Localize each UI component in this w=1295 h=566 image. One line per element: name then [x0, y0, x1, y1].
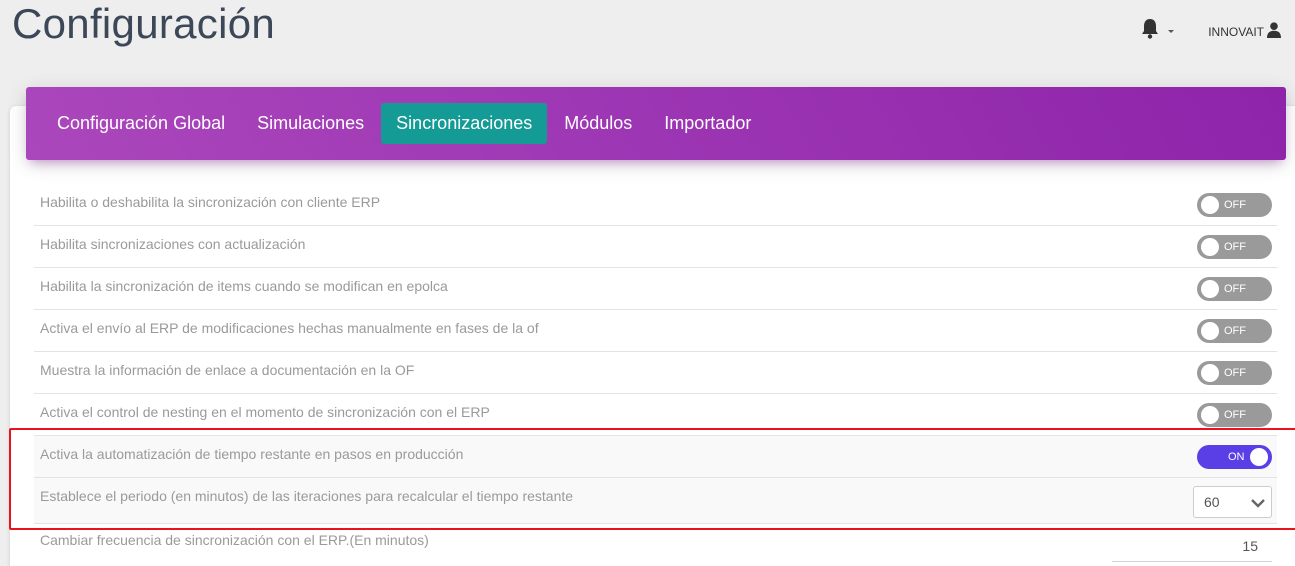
toggle-switch[interactable]: OFF	[1197, 319, 1272, 343]
setting-label: Habilita la sincronización de items cuan…	[40, 278, 448, 294]
setting-label: Activa la automatización de tiempo resta…	[40, 446, 464, 462]
setting-label: Cambiar frecuencia de sincronización con…	[40, 532, 429, 548]
toggle-knob	[1201, 196, 1219, 214]
setting-label: Habilita o deshabilita la sincronización…	[40, 194, 381, 210]
setting-row: Activa el control de nesting en el momen…	[34, 394, 1277, 436]
toggle-state: OFF	[1224, 409, 1246, 421]
tab-sincronizaciones[interactable]: Sincronizaciones	[381, 103, 548, 144]
tab-importador[interactable]: Importador	[649, 103, 766, 144]
user-menu[interactable]: INNOVAIT	[1208, 22, 1281, 41]
notifications-button[interactable]	[1140, 18, 1175, 45]
user-icon	[1264, 22, 1281, 41]
topbar-actions: INNOVAIT	[1140, 18, 1281, 45]
setting-row: Activa el envío al ERP de modificaciones…	[34, 310, 1277, 352]
chevron-down-icon	[1168, 30, 1175, 33]
toggle-state: OFF	[1224, 325, 1246, 337]
setting-label: Activa el control de nesting en el momen…	[40, 404, 490, 420]
chevron-down-icon	[1251, 499, 1265, 508]
toggle-state: OFF	[1224, 283, 1246, 295]
bell-icon	[1140, 18, 1160, 45]
toggle-switch[interactable]: OFF	[1197, 277, 1272, 301]
toggle-switch[interactable]: ON	[1197, 445, 1272, 469]
period-select[interactable]: 60	[1193, 486, 1272, 518]
toggle-switch[interactable]: OFF	[1197, 403, 1272, 427]
settings-list: Habilita o deshabilita la sincronización…	[34, 184, 1277, 566]
tab-configuracion-global[interactable]: Configuración Global	[42, 103, 240, 144]
page-title: Configuración	[12, 0, 276, 47]
toggle-state: OFF	[1224, 241, 1246, 253]
toggle-switch[interactable]: OFF	[1197, 361, 1272, 385]
toggle-switch[interactable]: OFF	[1197, 193, 1272, 217]
frequency-input[interactable]	[1112, 530, 1272, 562]
toggle-knob	[1201, 406, 1219, 424]
setting-row-frequency: Cambiar frecuencia de sincronización con…	[34, 524, 1277, 566]
tab-simulaciones[interactable]: Simulaciones	[242, 103, 379, 144]
tab-modulos[interactable]: Módulos	[549, 103, 647, 144]
setting-row: Muestra la información de enlace a docum…	[34, 352, 1277, 394]
setting-row: Habilita sincronizaciones con actualizac…	[34, 226, 1277, 268]
toggle-knob	[1201, 238, 1219, 256]
setting-row: Habilita o deshabilita la sincronización…	[34, 184, 1277, 226]
user-name: INNOVAIT	[1208, 24, 1264, 39]
tabs-bar: Configuración Global Simulaciones Sincro…	[26, 87, 1286, 160]
toggle-knob	[1201, 322, 1219, 340]
setting-row: Activa la automatización de tiempo resta…	[34, 436, 1277, 478]
toggle-state: OFF	[1224, 367, 1246, 379]
setting-label: Activa el envío al ERP de modificaciones…	[40, 320, 539, 336]
toggle-knob	[1201, 280, 1219, 298]
setting-label: Muestra la información de enlace a docum…	[40, 362, 415, 378]
setting-label: Establece el periodo (en minutos) de las…	[40, 488, 574, 504]
setting-row-period: Establece el periodo (en minutos) de las…	[34, 478, 1277, 524]
toggle-knob	[1250, 448, 1268, 466]
toggle-knob	[1201, 364, 1219, 382]
toggle-state: ON	[1228, 451, 1245, 463]
setting-label: Habilita sincronizaciones con actualizac…	[40, 236, 306, 252]
period-value: 60	[1204, 494, 1220, 510]
setting-row: Habilita la sincronización de items cuan…	[34, 268, 1277, 310]
toggle-state: OFF	[1224, 199, 1246, 211]
toggle-switch[interactable]: OFF	[1197, 235, 1272, 259]
